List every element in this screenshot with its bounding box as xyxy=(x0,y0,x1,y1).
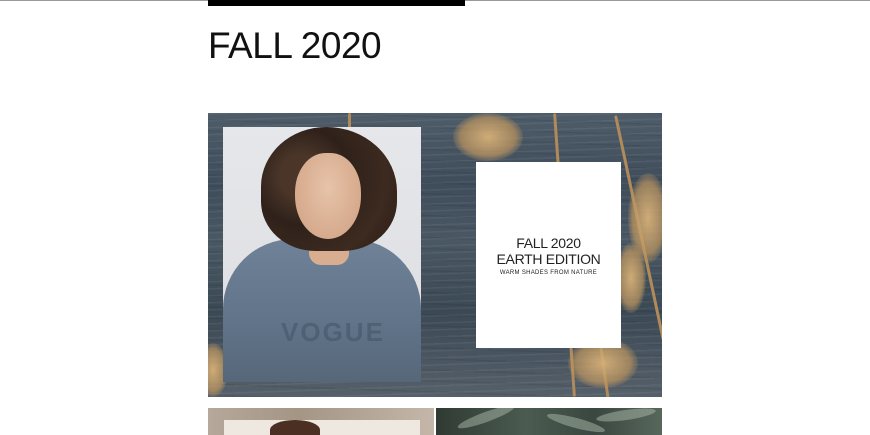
promo-card[interactable]: FALL 2020 EARTH EDITION WARM SHADES FROM… xyxy=(476,162,621,348)
tile-photo-hair xyxy=(270,420,320,435)
hero-banner[interactable]: VOGUE FALL 2020 EARTH EDITION WARM SHADE… xyxy=(208,113,662,397)
active-tab-indicator xyxy=(208,0,465,6)
sweater-print: VOGUE xyxy=(281,317,385,347)
fern-leaf xyxy=(456,408,516,432)
pampas-plume xyxy=(453,113,523,161)
fern-leaf xyxy=(595,408,657,425)
product-tile-right[interactable] xyxy=(436,408,662,435)
page-title: FALL 2020 xyxy=(208,25,382,66)
fern-leaf xyxy=(545,410,607,435)
tile-photo-backdrop xyxy=(224,420,420,435)
model-photo[interactable]: VOGUE xyxy=(223,127,421,382)
product-tile-left[interactable] xyxy=(208,408,434,435)
promo-subtitle: EARTH EDITION xyxy=(496,250,601,267)
promo-title: FALL 2020 xyxy=(516,234,581,251)
face xyxy=(295,153,361,239)
promo-tagline: WARM SHADES FROM NATURE xyxy=(499,269,598,276)
